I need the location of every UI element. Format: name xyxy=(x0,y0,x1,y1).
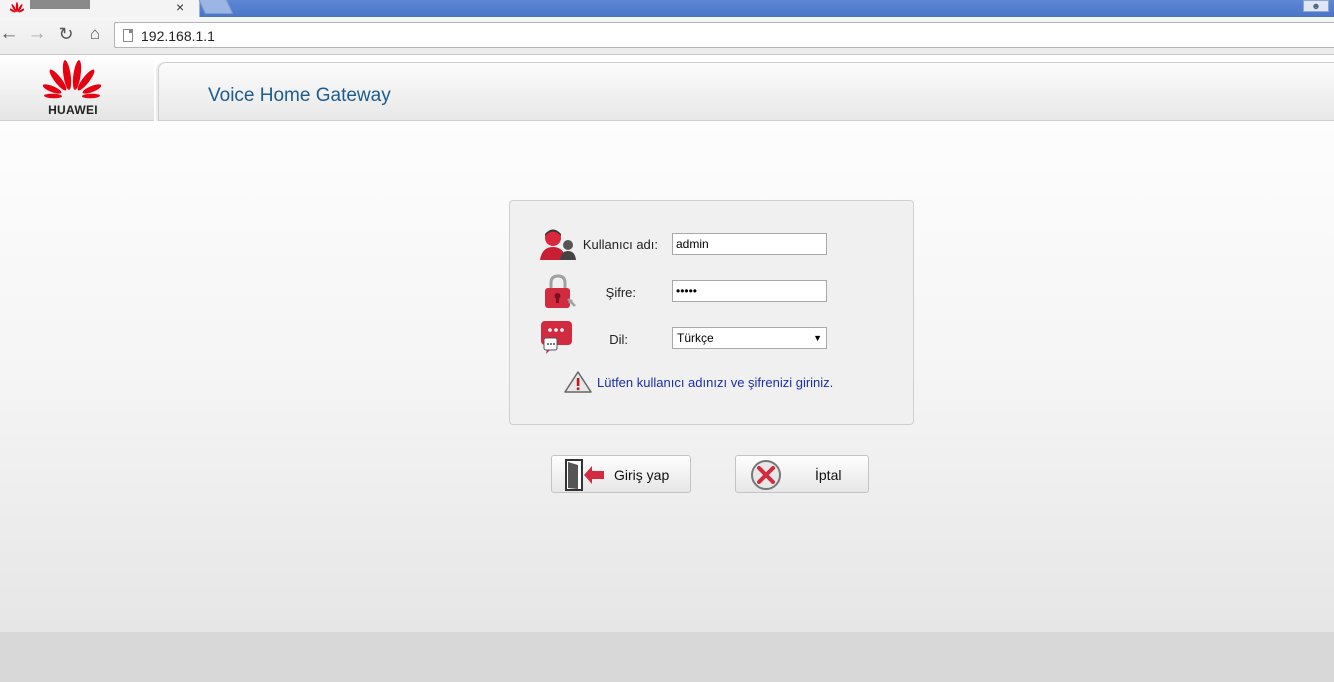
page-content: HUAWEI Voice Home Gateway Kullanıcı adı:… xyxy=(0,55,1334,632)
tab-favicon-icon xyxy=(10,2,24,13)
login-button-label: Giriş yap xyxy=(614,467,670,483)
username-input[interactable]: admin xyxy=(672,233,827,255)
header-banner: Voice Home Gateway xyxy=(158,62,1334,121)
profile-icon[interactable]: ☻ xyxy=(1303,0,1329,12)
password-label: Şifre: xyxy=(605,285,636,300)
tab-title xyxy=(30,0,90,9)
logo-area: HUAWEI xyxy=(0,55,154,121)
forward-arrow-icon[interactable]: → xyxy=(27,23,47,45)
back-arrow-icon[interactable]: ← xyxy=(0,23,19,45)
login-hint: Lütfen kullanıcı adınızı ve şifrenizi gi… xyxy=(597,375,834,390)
password-input[interactable]: ••••• xyxy=(672,280,827,302)
tab-close-icon[interactable]: × xyxy=(176,0,184,14)
username-label: Kullanıcı adı: xyxy=(582,237,658,252)
new-tab-button[interactable] xyxy=(198,0,234,14)
language-label: Dil: xyxy=(609,332,628,347)
reload-icon[interactable]: ↻ xyxy=(56,23,76,45)
warning-icon xyxy=(564,371,592,393)
huawei-logo-icon xyxy=(43,60,101,99)
login-button[interactable]: Giriş yap xyxy=(551,455,691,493)
brand-name: HUAWEI xyxy=(48,103,98,117)
page-footer-band xyxy=(0,632,1334,682)
chevron-down-icon: ▼ xyxy=(813,333,822,343)
login-door-icon xyxy=(565,459,604,491)
speech-bubble-icon xyxy=(541,321,572,354)
cancel-x-icon xyxy=(751,460,781,490)
login-panel: Kullanıcı adı: admin Şifre: ••••• Dil: T… xyxy=(509,200,914,425)
address-bar[interactable]: 192.168.1.1 xyxy=(114,22,1334,48)
cancel-button-label: İptal xyxy=(815,467,842,483)
home-icon[interactable]: ⌂ xyxy=(85,23,105,45)
cancel-button[interactable]: İptal xyxy=(735,455,869,493)
address-url[interactable]: 192.168.1.1 xyxy=(141,28,215,44)
page-title: Voice Home Gateway xyxy=(208,85,391,106)
browser-tab[interactable]: × xyxy=(0,0,200,17)
browser-toolbar: ← → ↻ ⌂ 192.168.1.1 xyxy=(0,17,1334,55)
browser-tabstrip: × ☻ xyxy=(0,0,1334,17)
language-select[interactable]: Türkçe ▼ xyxy=(672,327,827,349)
language-selected-value: Türkçe xyxy=(677,331,714,345)
page-icon xyxy=(123,29,133,42)
